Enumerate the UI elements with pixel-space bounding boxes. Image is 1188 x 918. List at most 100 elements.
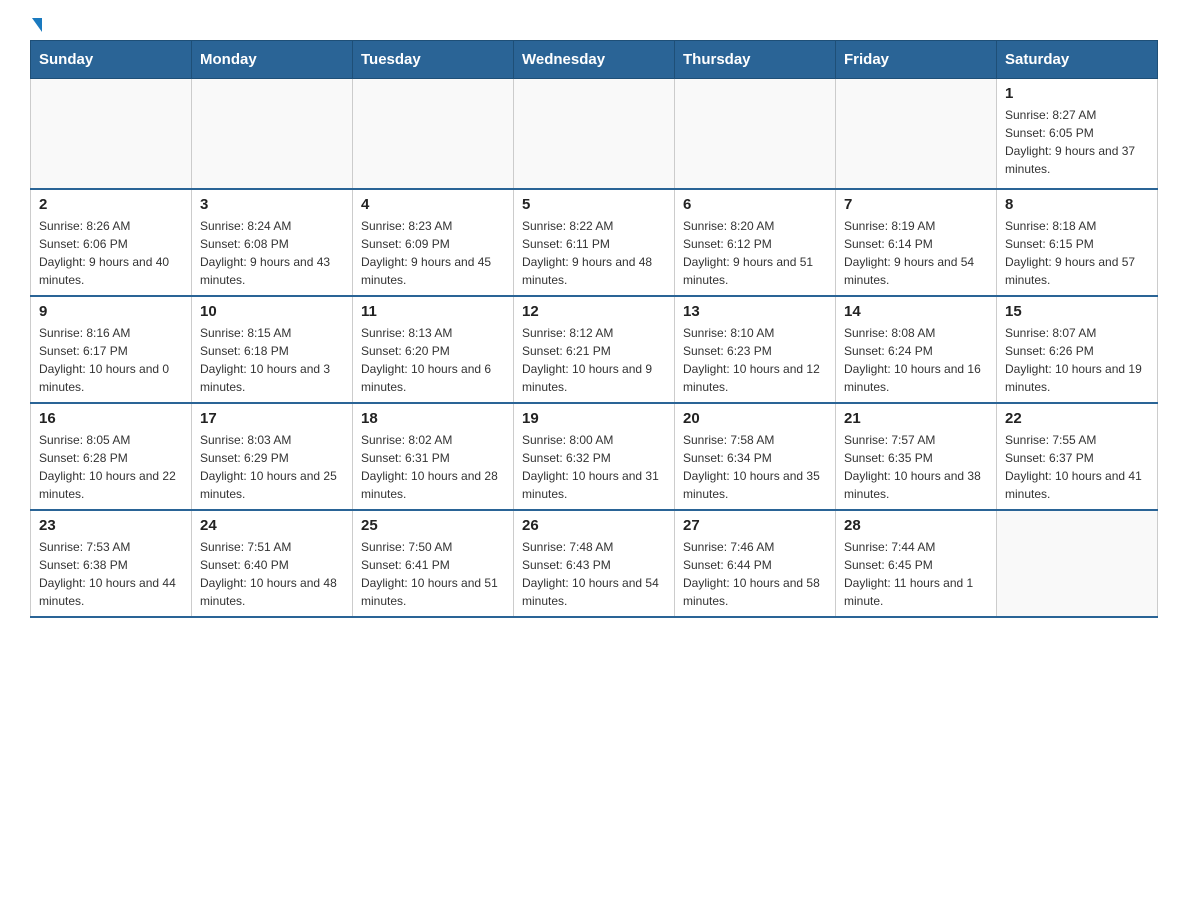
calendar-day-cell: 3 Sunrise: 8:24 AM Sunset: 6:08 PM Daylig… bbox=[192, 189, 353, 296]
calendar-day-cell: 14 Sunrise: 8:08 AM Sunset: 6:24 PM Dayli… bbox=[836, 296, 997, 403]
day-number: 24 bbox=[200, 517, 344, 534]
calendar-week-row: 16 Sunrise: 8:05 AM Sunset: 6:28 PM Dayli… bbox=[31, 403, 1158, 510]
day-info: Sunrise: 7:50 AM Sunset: 6:41 PM Dayligh… bbox=[361, 538, 505, 610]
calendar-day-cell: 13 Sunrise: 8:10 AM Sunset: 6:23 PM Dayli… bbox=[675, 296, 836, 403]
day-info: Sunrise: 8:24 AM Sunset: 6:08 PM Dayligh… bbox=[200, 217, 344, 289]
calendar-day-cell bbox=[192, 79, 353, 189]
day-of-week-header: Saturday bbox=[997, 41, 1158, 79]
calendar-day-cell: 17 Sunrise: 8:03 AM Sunset: 6:29 PM Dayli… bbox=[192, 403, 353, 510]
day-number: 25 bbox=[361, 517, 505, 534]
day-number: 18 bbox=[361, 410, 505, 427]
day-number: 1 bbox=[1005, 85, 1149, 102]
day-info: Sunrise: 8:23 AM Sunset: 6:09 PM Dayligh… bbox=[361, 217, 505, 289]
calendar-day-cell bbox=[997, 510, 1158, 617]
calendar-header-row: SundayMondayTuesdayWednesdayThursdayFrid… bbox=[31, 41, 1158, 79]
calendar-day-cell: 18 Sunrise: 8:02 AM Sunset: 6:31 PM Dayli… bbox=[353, 403, 514, 510]
day-number: 13 bbox=[683, 303, 827, 320]
day-number: 20 bbox=[683, 410, 827, 427]
day-info: Sunrise: 7:44 AM Sunset: 6:45 PM Dayligh… bbox=[844, 538, 988, 610]
day-number: 26 bbox=[522, 517, 666, 534]
calendar-day-cell: 16 Sunrise: 8:05 AM Sunset: 6:28 PM Dayli… bbox=[31, 403, 192, 510]
day-of-week-header: Wednesday bbox=[514, 41, 675, 79]
day-number: 4 bbox=[361, 196, 505, 213]
calendar-table: SundayMondayTuesdayWednesdayThursdayFrid… bbox=[30, 40, 1158, 618]
day-info: Sunrise: 8:02 AM Sunset: 6:31 PM Dayligh… bbox=[361, 431, 505, 503]
day-info: Sunrise: 7:57 AM Sunset: 6:35 PM Dayligh… bbox=[844, 431, 988, 503]
day-number: 23 bbox=[39, 517, 183, 534]
day-number: 28 bbox=[844, 517, 988, 534]
calendar-week-row: 1 Sunrise: 8:27 AM Sunset: 6:05 PM Daylig… bbox=[31, 79, 1158, 189]
calendar-day-cell: 25 Sunrise: 7:50 AM Sunset: 6:41 PM Dayli… bbox=[353, 510, 514, 617]
calendar-day-cell: 5 Sunrise: 8:22 AM Sunset: 6:11 PM Daylig… bbox=[514, 189, 675, 296]
day-info: Sunrise: 8:26 AM Sunset: 6:06 PM Dayligh… bbox=[39, 217, 183, 289]
day-info: Sunrise: 8:07 AM Sunset: 6:26 PM Dayligh… bbox=[1005, 324, 1149, 396]
day-number: 19 bbox=[522, 410, 666, 427]
day-of-week-header: Sunday bbox=[31, 41, 192, 79]
day-info: Sunrise: 7:48 AM Sunset: 6:43 PM Dayligh… bbox=[522, 538, 666, 610]
day-number: 17 bbox=[200, 410, 344, 427]
calendar-day-cell: 22 Sunrise: 7:55 AM Sunset: 6:37 PM Dayli… bbox=[997, 403, 1158, 510]
day-info: Sunrise: 8:22 AM Sunset: 6:11 PM Dayligh… bbox=[522, 217, 666, 289]
day-info: Sunrise: 8:12 AM Sunset: 6:21 PM Dayligh… bbox=[522, 324, 666, 396]
day-number: 16 bbox=[39, 410, 183, 427]
day-info: Sunrise: 8:08 AM Sunset: 6:24 PM Dayligh… bbox=[844, 324, 988, 396]
calendar-day-cell: 8Sunrise: 8:18 AM Sunset: 6:15 PM Daylig… bbox=[997, 189, 1158, 296]
calendar-day-cell: 11 Sunrise: 8:13 AM Sunset: 6:20 PM Dayli… bbox=[353, 296, 514, 403]
day-info: Sunrise: 7:58 AM Sunset: 6:34 PM Dayligh… bbox=[683, 431, 827, 503]
calendar-day-cell: 26 Sunrise: 7:48 AM Sunset: 6:43 PM Dayli… bbox=[514, 510, 675, 617]
day-number: 12 bbox=[522, 303, 666, 320]
calendar-day-cell: 2 Sunrise: 8:26 AM Sunset: 6:06 PM Daylig… bbox=[31, 189, 192, 296]
calendar-day-cell: 4 Sunrise: 8:23 AM Sunset: 6:09 PM Daylig… bbox=[353, 189, 514, 296]
day-number: 14 bbox=[844, 303, 988, 320]
calendar-day-cell bbox=[836, 79, 997, 189]
day-number: 10 bbox=[200, 303, 344, 320]
calendar-day-cell: 28 Sunrise: 7:44 AM Sunset: 6:45 PM Dayli… bbox=[836, 510, 997, 617]
calendar-day-cell: 1 Sunrise: 8:27 AM Sunset: 6:05 PM Daylig… bbox=[997, 79, 1158, 189]
calendar-day-cell: 9Sunrise: 8:16 AM Sunset: 6:17 PM Daylig… bbox=[31, 296, 192, 403]
day-number: 21 bbox=[844, 410, 988, 427]
day-number: 2 bbox=[39, 196, 183, 213]
day-info: Sunrise: 8:18 AM Sunset: 6:15 PM Dayligh… bbox=[1005, 217, 1149, 289]
calendar-day-cell bbox=[514, 79, 675, 189]
day-info: Sunrise: 7:46 AM Sunset: 6:44 PM Dayligh… bbox=[683, 538, 827, 610]
day-number: 11 bbox=[361, 303, 505, 320]
day-info: Sunrise: 8:13 AM Sunset: 6:20 PM Dayligh… bbox=[361, 324, 505, 396]
day-info: Sunrise: 8:27 AM Sunset: 6:05 PM Dayligh… bbox=[1005, 106, 1149, 178]
day-number: 3 bbox=[200, 196, 344, 213]
logo bbox=[30, 20, 42, 30]
day-info: Sunrise: 7:51 AM Sunset: 6:40 PM Dayligh… bbox=[200, 538, 344, 610]
day-number: 15 bbox=[1005, 303, 1149, 320]
day-info: Sunrise: 7:53 AM Sunset: 6:38 PM Dayligh… bbox=[39, 538, 183, 610]
calendar-day-cell: 20 Sunrise: 7:58 AM Sunset: 6:34 PM Dayli… bbox=[675, 403, 836, 510]
day-info: Sunrise: 7:55 AM Sunset: 6:37 PM Dayligh… bbox=[1005, 431, 1149, 503]
day-info: Sunrise: 8:15 AM Sunset: 6:18 PM Dayligh… bbox=[200, 324, 344, 396]
calendar-day-cell: 6 Sunrise: 8:20 AM Sunset: 6:12 PM Daylig… bbox=[675, 189, 836, 296]
day-info: Sunrise: 8:05 AM Sunset: 6:28 PM Dayligh… bbox=[39, 431, 183, 503]
day-info: Sunrise: 8:16 AM Sunset: 6:17 PM Dayligh… bbox=[39, 324, 183, 396]
day-number: 7 bbox=[844, 196, 988, 213]
day-number: 27 bbox=[683, 517, 827, 534]
calendar-day-cell: 21 Sunrise: 7:57 AM Sunset: 6:35 PM Dayli… bbox=[836, 403, 997, 510]
calendar-day-cell bbox=[31, 79, 192, 189]
calendar-day-cell: 27 Sunrise: 7:46 AM Sunset: 6:44 PM Dayli… bbox=[675, 510, 836, 617]
calendar-day-cell: 15 Sunrise: 8:07 AM Sunset: 6:26 PM Dayli… bbox=[997, 296, 1158, 403]
calendar-day-cell: 7 Sunrise: 8:19 AM Sunset: 6:14 PM Daylig… bbox=[836, 189, 997, 296]
day-of-week-header: Monday bbox=[192, 41, 353, 79]
calendar-day-cell: 24 Sunrise: 7:51 AM Sunset: 6:40 PM Dayli… bbox=[192, 510, 353, 617]
day-info: Sunrise: 8:10 AM Sunset: 6:23 PM Dayligh… bbox=[683, 324, 827, 396]
day-of-week-header: Thursday bbox=[675, 41, 836, 79]
page-header bbox=[30, 20, 1158, 30]
day-info: Sunrise: 8:19 AM Sunset: 6:14 PM Dayligh… bbox=[844, 217, 988, 289]
day-info: Sunrise: 8:00 AM Sunset: 6:32 PM Dayligh… bbox=[522, 431, 666, 503]
calendar-day-cell: 12 Sunrise: 8:12 AM Sunset: 6:21 PM Dayli… bbox=[514, 296, 675, 403]
calendar-day-cell bbox=[353, 79, 514, 189]
day-info: Sunrise: 8:03 AM Sunset: 6:29 PM Dayligh… bbox=[200, 431, 344, 503]
day-number: 6 bbox=[683, 196, 827, 213]
day-number: 5 bbox=[522, 196, 666, 213]
calendar-day-cell bbox=[675, 79, 836, 189]
calendar-week-row: 9Sunrise: 8:16 AM Sunset: 6:17 PM Daylig… bbox=[31, 296, 1158, 403]
day-number: 22 bbox=[1005, 410, 1149, 427]
day-of-week-header: Tuesday bbox=[353, 41, 514, 79]
day-info: Sunrise: 8:20 AM Sunset: 6:12 PM Dayligh… bbox=[683, 217, 827, 289]
calendar-day-cell: 19 Sunrise: 8:00 AM Sunset: 6:32 PM Dayli… bbox=[514, 403, 675, 510]
